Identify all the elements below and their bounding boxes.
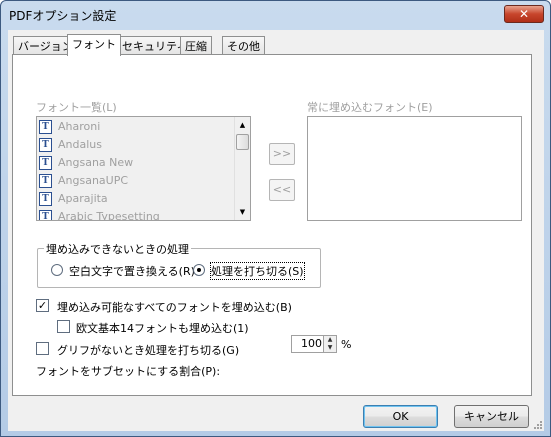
truetype-font-icon: T: [39, 156, 52, 170]
fallback-groupbox: 埋め込みできないときの処理 空白文字で置き換える(R) 処理を打ち切る(S): [37, 241, 321, 288]
resize-grip-icon[interactable]: [531, 418, 543, 430]
list-item[interactable]: T Arabic Typesetting: [39, 208, 229, 220]
subset-ratio-stepper[interactable]: 100 ▲ ▼: [291, 335, 337, 353]
dialog-window: PDFオプション設定 ✕ バージョン フォント セキュリティ 圧縮 その他 フォ…: [0, 0, 551, 437]
subset-ratio-value[interactable]: 100: [292, 337, 322, 350]
list-item[interactable]: T AngsanaUPC: [39, 172, 229, 190]
tab-font[interactable]: フォント: [67, 34, 121, 56]
embed-font-listbox[interactable]: [307, 116, 522, 221]
abort-missing-glyph-checkbox[interactable]: [36, 342, 49, 355]
spin-down-icon[interactable]: ▼: [323, 344, 336, 352]
embed-all-label[interactable]: 埋め込み可能なすべてのフォントを埋め込む(B): [57, 299, 292, 315]
add-font-button[interactable]: >>: [269, 143, 295, 165]
list-item[interactable]: T Andalus: [39, 136, 229, 154]
font-tab-panel: フォント一覧(L) T Aharoni T Andalus T Angsana New…: [12, 54, 532, 396]
font-list-scrollbar[interactable]: ▲ ▼: [234, 117, 250, 220]
window-title: PDFオプション設定: [9, 9, 117, 23]
fallback-group-title: 埋め込みできないときの処理: [44, 241, 191, 257]
font-listbox[interactable]: T Aharoni T Andalus T Angsana New T AngsanaU…: [36, 116, 251, 221]
spin-up-icon[interactable]: ▲: [323, 336, 336, 344]
subset-unit: %: [341, 338, 352, 351]
tab-other[interactable]: その他: [222, 36, 265, 55]
abort-process-radio[interactable]: [193, 264, 205, 276]
font-list-label: フォント一覧(L): [36, 101, 117, 114]
tab-compression[interactable]: 圧縮: [180, 36, 212, 55]
scroll-thumb[interactable]: [236, 134, 249, 150]
embed-base14-label[interactable]: 欧文基本14フォントも埋め込む(1): [76, 320, 249, 336]
list-item[interactable]: T Aharoni: [39, 118, 229, 136]
truetype-font-icon: T: [39, 192, 52, 206]
scroll-down-arrow-icon[interactable]: ▼: [235, 204, 250, 220]
abort-missing-glyph-label[interactable]: グリフがないとき処理を打ち切る(G): [57, 342, 239, 358]
subset-ratio-label: フォントをサブセットにする割合(P):: [36, 365, 221, 378]
replace-blank-label[interactable]: 空白文字で置き換える(R): [69, 263, 195, 279]
embed-base14-checkbox[interactable]: [57, 320, 70, 333]
ok-button[interactable]: OK: [363, 405, 438, 428]
embed-all-checkbox[interactable]: ✓: [36, 299, 49, 312]
cancel-button[interactable]: キャンセル: [454, 405, 529, 428]
truetype-font-icon: T: [39, 138, 52, 152]
truetype-font-icon: T: [39, 120, 52, 134]
close-icon: ✕: [518, 7, 530, 21]
embed-list-label: 常に埋め込むフォント(E): [307, 101, 433, 114]
truetype-font-icon: T: [39, 174, 52, 188]
list-item[interactable]: T Angsana New: [39, 154, 229, 172]
dialog-client: バージョン フォント セキュリティ 圧縮 その他 フォント一覧(L) T Ahar…: [8, 30, 544, 431]
remove-font-button[interactable]: <<: [269, 179, 295, 201]
scroll-up-arrow-icon[interactable]: ▲: [235, 117, 250, 133]
title-bar[interactable]: PDFオプション設定 ✕: [1, 1, 550, 29]
abort-process-label[interactable]: 処理を打ち切る(S): [210, 262, 305, 280]
truetype-font-icon: T: [39, 210, 52, 220]
replace-blank-radio[interactable]: [51, 264, 63, 276]
close-button[interactable]: ✕: [504, 5, 544, 23]
list-item[interactable]: T Aparajita: [39, 190, 229, 208]
